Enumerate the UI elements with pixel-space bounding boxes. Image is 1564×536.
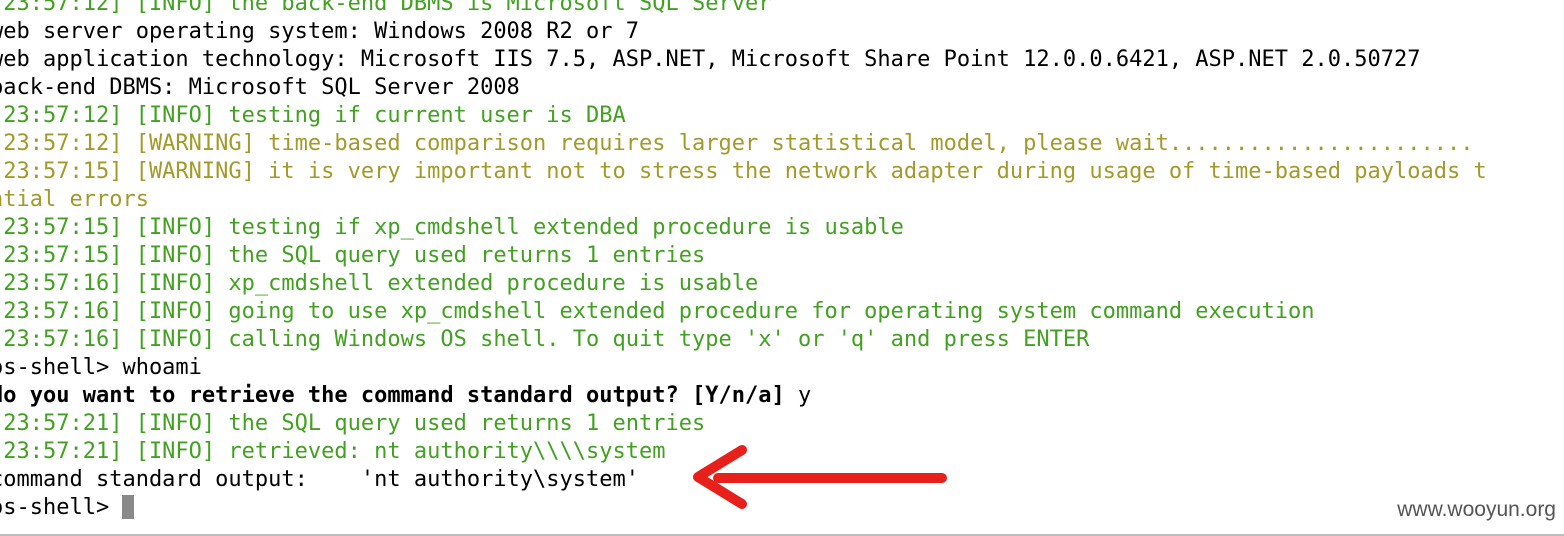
terminal-line: [23:57:16] [INFO] xp_cmdshell extended p… bbox=[0, 270, 1487, 298]
terminal-line-text: [23:57:15] [INFO] the SQL query used ret… bbox=[0, 243, 706, 268]
terminal-line-text: do you want to retrieve the command stan… bbox=[0, 383, 785, 408]
terminal-line: os-shell> whoami bbox=[0, 354, 1487, 382]
terminal-line: [23:57:16] [INFO] calling Windows OS she… bbox=[0, 326, 1487, 354]
terminal-line: ntial errors bbox=[0, 186, 1487, 214]
terminal-line: web application technology: Microsoft II… bbox=[0, 46, 1487, 74]
terminal-line-text: web application technology: Microsoft II… bbox=[0, 47, 1421, 72]
terminal-line: [23:57:12] [WARNING] time-based comparis… bbox=[0, 130, 1487, 158]
terminal-line: [23:57:16] [INFO] going to use xp_cmdshe… bbox=[0, 298, 1487, 326]
terminal-line: do you want to retrieve the command stan… bbox=[0, 382, 1487, 410]
terminal-line: back-end DBMS: Microsoft SQL Server 2008 bbox=[0, 74, 1487, 102]
terminal-line-text: [23:57:16] [INFO] xp_cmdshell extended p… bbox=[0, 271, 759, 296]
terminal-line-text: [23:57:12] [INFO] testing if current use… bbox=[0, 103, 626, 128]
terminal-line-text: ntial errors bbox=[0, 187, 149, 212]
terminal-line-text: web server operating system: Windows 200… bbox=[0, 19, 640, 44]
terminal-window[interactable]: [23:57:12] [INFO] the back-end DBMS is M… bbox=[0, 0, 1564, 536]
terminal-line-text: back-end DBMS: Microsoft SQL Server 2008 bbox=[0, 75, 520, 100]
terminal-line-text: command standard output: 'nt authority\s… bbox=[0, 467, 640, 492]
terminal-line-text: [23:57:12] [INFO] the back-end DBMS is M… bbox=[0, 0, 772, 16]
terminal-line-text: [23:57:12] [WARNING] time-based comparis… bbox=[0, 131, 1474, 156]
watermark: www.wooyun.org bbox=[1397, 498, 1556, 521]
terminal-line: [23:57:15] [INFO] the SQL query used ret… bbox=[0, 242, 1487, 270]
terminal-line-text: [23:57:21] [INFO] the SQL query used ret… bbox=[0, 411, 706, 436]
terminal-line-text: [23:57:15] [WARNING] it is very importan… bbox=[0, 159, 1487, 184]
terminal-line: [23:57:21] [INFO] the SQL query used ret… bbox=[0, 410, 1487, 438]
terminal-line: web server operating system: Windows 200… bbox=[0, 18, 1487, 46]
terminal-line-text: os-shell> bbox=[0, 495, 123, 520]
terminal-line: [23:57:15] [WARNING] it is very importan… bbox=[0, 158, 1487, 186]
terminal-line-text: os-shell> whoami bbox=[0, 355, 202, 380]
terminal-line-text: [23:57:16] [INFO] going to use xp_cmdshe… bbox=[0, 299, 1315, 324]
terminal-line-text: [23:57:21] [INFO] retrieved: nt authorit… bbox=[0, 439, 666, 464]
terminal-line: [23:57:12] [INFO] testing if current use… bbox=[0, 102, 1487, 130]
terminal-line-text: [23:57:15] [INFO] testing if xp_cmdshell… bbox=[0, 215, 904, 240]
terminal-line-text: [23:57:16] [INFO] calling Windows OS she… bbox=[0, 327, 1090, 352]
text-cursor[interactable] bbox=[122, 495, 135, 519]
terminal-line: [23:57:12] [INFO] the back-end DBMS is M… bbox=[0, 0, 1487, 18]
terminal-line: [23:57:15] [INFO] testing if xp_cmdshell… bbox=[0, 214, 1487, 242]
red-arrow-annotation bbox=[693, 445, 947, 509]
prompt-answer: y bbox=[784, 383, 812, 408]
